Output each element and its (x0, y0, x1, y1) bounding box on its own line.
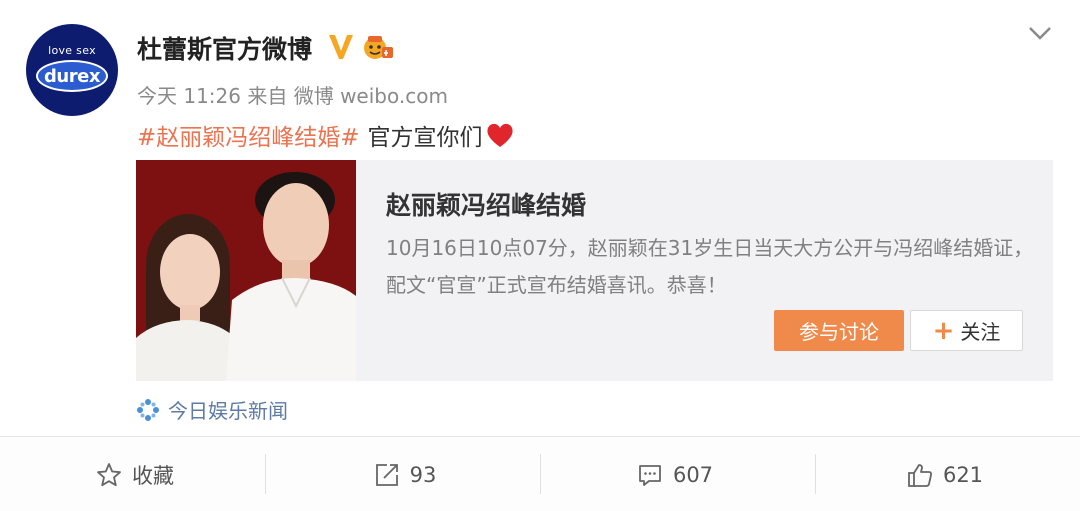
verified-v-icon[interactable] (328, 32, 354, 60)
topic-thumbnail-image (136, 160, 356, 381)
favorite-button[interactable]: 收藏 (0, 437, 270, 511)
post-text: #赵丽颖冯绍峰结婚# 官方宣你们 (137, 118, 515, 152)
divider (265, 454, 266, 494)
favorite-label: 收藏 (132, 463, 174, 488)
app-flower-icon (137, 398, 159, 421)
member-badge-icon[interactable] (362, 33, 394, 61)
card-title: 赵丽颖冯绍峰结婚 (386, 191, 587, 220)
heart-icon (486, 123, 513, 147)
source-label: 今日娱乐新闻 (168, 399, 288, 423)
repost-icon (375, 463, 398, 486)
plus-icon: + (932, 315, 955, 346)
avatar-brand: durex (44, 65, 100, 87)
comment-count: 607 (672, 462, 714, 487)
like-button[interactable]: 621 (810, 437, 1080, 511)
follow-button[interactable]: + 关注 (910, 310, 1023, 351)
follow-button-label: 关注 (960, 320, 1001, 344)
hashtag-link[interactable]: #赵丽颖冯绍峰结婚# (137, 118, 360, 152)
avatar[interactable]: love sex durex (26, 24, 118, 116)
repost-count: 93 (409, 462, 437, 487)
thumbs-up-icon (908, 463, 932, 487)
weibo-post-card: love sex durex 杜蕾斯官方微博 今天 11:26 来自 微博 we… (0, 0, 1080, 511)
source-link[interactable]: 今日娱乐新闻 (136, 395, 288, 424)
repost-button[interactable]: 93 (270, 437, 540, 511)
user-name[interactable]: 杜蕾斯官方微博 (137, 30, 312, 66)
topic-link-card[interactable]: 赵丽颖冯绍峰结婚 10月16日10点07分，赵丽颖在31岁生日当天大方公开与冯绍… (136, 160, 1053, 381)
card-description: 10月16日10点07分，赵丽颖在31岁生日当天大方公开与冯绍峰结婚证，配文“官… (386, 236, 1034, 297)
post-body: 官方宣你们 (367, 125, 483, 151)
post-meta: 今天 11:26 来自 微博 weibo.com (137, 84, 448, 108)
like-count: 621 (942, 462, 984, 487)
comment-icon (639, 464, 661, 486)
comment-button[interactable]: 607 (540, 437, 810, 511)
star-icon (97, 462, 121, 486)
action-bar: 收藏 93 607 621 (0, 436, 1080, 511)
chevron-down-icon[interactable] (1027, 23, 1053, 43)
durex-logo: durex (36, 60, 108, 92)
join-discussion-button[interactable]: 参与讨论 (774, 310, 904, 351)
avatar-tagline: love sex (48, 44, 96, 57)
